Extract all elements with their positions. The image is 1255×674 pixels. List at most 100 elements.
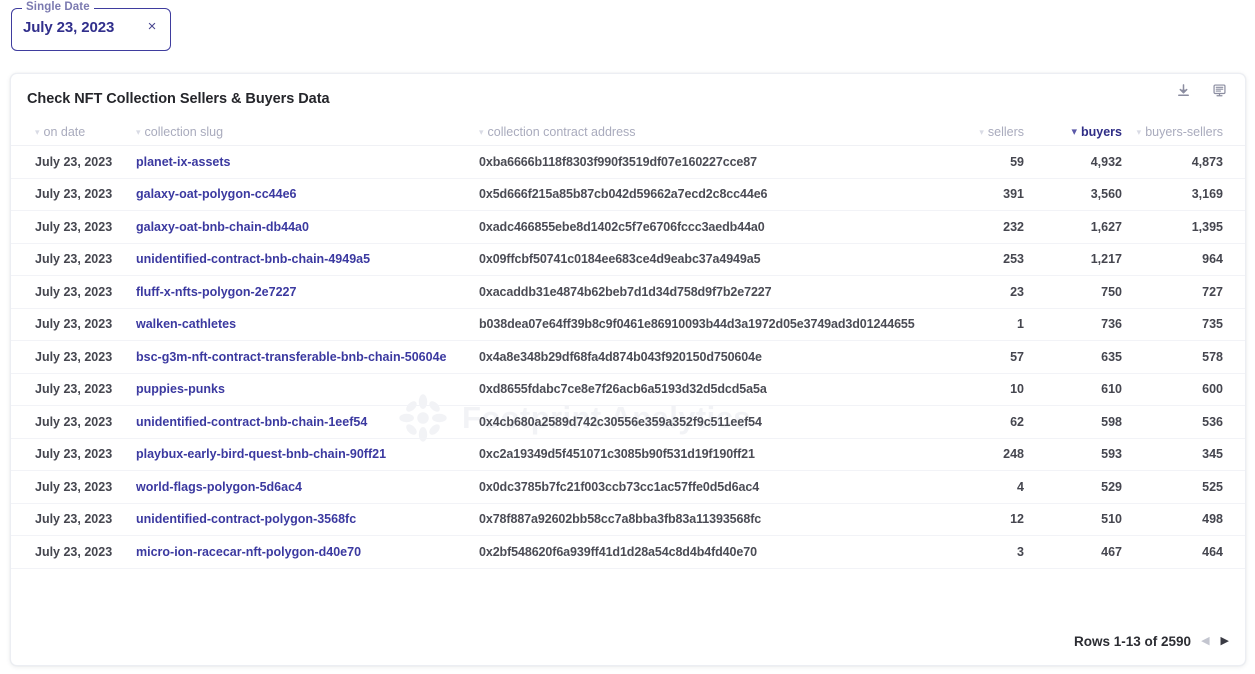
column-label: on date [43, 124, 86, 139]
table-row: July 23, 2023 playbux-early-bird-quest-bn… [11, 438, 1245, 471]
column-header-sellers[interactable]: ▾ sellers [931, 118, 1036, 146]
cell-contract-address: 0xba6666b118f8303f990f3519df07e160227cce… [476, 145, 931, 179]
cell-on-date: July 23, 2023 [11, 470, 126, 504]
date-picker-value[interactable]: July 23, 2023 [23, 19, 114, 36]
cell-buyers: 529 [1036, 470, 1136, 504]
cell-contract-address: b038dea07e64ff39b8c9f0461e86910093b44d3a… [476, 308, 931, 341]
table-head: ▾ on date ▾ collection slug ▾ collection… [11, 118, 1245, 146]
nft-collection-table: ▾ on date ▾ collection slug ▾ collection… [11, 118, 1245, 569]
cell-collection-slug: unidentified-contract-bnb-chain-1eef54 [126, 405, 476, 439]
cell-buyers-sellers: 735 [1136, 308, 1245, 341]
column-header-on-date[interactable]: ▾ on date [11, 118, 126, 146]
cell-buyers-sellers: 1,395 [1136, 210, 1245, 244]
cell-collection-slug: bsc-g3m-nft-contract-transferable-bnb-ch… [126, 340, 476, 374]
api-icon[interactable] [1208, 79, 1230, 101]
table-row: July 23, 2023 galaxy-oat-polygon-cc44e6 0x… [11, 178, 1245, 211]
table-row: July 23, 2023 unidentified-contract-bnb-c… [11, 405, 1245, 439]
cell-on-date: July 23, 2023 [11, 145, 126, 179]
cell-contract-address: 0x0dc3785b7fc21f003ccb73cc1ac57ffe0d5d6a… [476, 470, 931, 504]
cell-buyers: 467 [1036, 535, 1136, 569]
column-header-collection-slug[interactable]: ▾ collection slug [126, 118, 476, 146]
cell-collection-slug: world-flags-polygon-5d6ac4 [126, 470, 476, 504]
cell-buyers-sellers: 727 [1136, 275, 1245, 309]
date-picker-legend: Single Date [22, 1, 94, 14]
cell-contract-address: 0x09ffcbf50741c0184ee683ce4d9eabc37a4949… [476, 243, 931, 276]
table-row: July 23, 2023 galaxy-oat-bnb-chain-db44a0… [11, 210, 1245, 244]
cell-on-date: July 23, 2023 [11, 243, 126, 276]
table-row: July 23, 2023 micro-ion-racecar-nft-polyg… [11, 535, 1245, 569]
collection-slug-link[interactable]: walken-cathletes [136, 317, 236, 331]
cell-buyers-sellers: 536 [1136, 405, 1245, 439]
cell-buyers: 1,217 [1036, 243, 1136, 276]
table-row: July 23, 2023 unidentified-contract-polyg… [11, 503, 1245, 536]
collection-slug-link[interactable]: playbux-early-bird-quest-bnb-chain-90ff2… [136, 447, 386, 461]
cell-on-date: July 23, 2023 [11, 405, 126, 439]
table-row: July 23, 2023 fluff-x-nfts-polygon-2e7227… [11, 275, 1245, 309]
collection-slug-link[interactable]: world-flags-polygon-5d6ac4 [136, 480, 302, 494]
rows-count-label: Rows 1-13 of 2590 [1074, 634, 1192, 649]
single-date-picker[interactable]: Single Date July 23, 2023 × [11, 1, 171, 51]
cell-contract-address: 0xadc466855ebe8d1402c5f7e6706fccc3aedb44… [476, 210, 931, 244]
cell-buyers: 635 [1036, 340, 1136, 374]
cell-contract-address: 0xc2a19349d5f451071c3085b90f531d19f190ff… [476, 438, 931, 471]
cell-sellers: 391 [931, 178, 1036, 211]
cell-collection-slug: micro-ion-racecar-nft-polygon-d40e70 [126, 535, 476, 569]
cell-collection-slug: planet-ix-assets [126, 145, 476, 179]
cell-buyers-sellers: 525 [1136, 470, 1245, 504]
column-header-buyers-sellers[interactable]: ▾ buyers-sellers [1136, 118, 1245, 146]
cell-sellers: 253 [931, 243, 1036, 276]
cell-on-date: July 23, 2023 [11, 438, 126, 471]
collection-slug-link[interactable]: unidentified-contract-bnb-chain-1eef54 [136, 415, 367, 429]
cell-collection-slug: puppies-punks [126, 373, 476, 406]
cell-sellers: 59 [931, 145, 1036, 179]
cell-buyers-sellers: 964 [1136, 243, 1245, 276]
close-icon[interactable]: × [143, 18, 161, 36]
table-row: July 23, 2023 walken-cathletes b038dea07e6… [11, 308, 1245, 341]
collection-slug-link[interactable]: unidentified-contract-bnb-chain-4949a5 [136, 252, 370, 266]
cell-sellers: 4 [931, 470, 1036, 504]
collection-slug-link[interactable]: puppies-punks [136, 382, 225, 396]
cell-collection-slug: playbux-early-bird-quest-bnb-chain-90ff2… [126, 438, 476, 471]
cell-sellers: 62 [931, 405, 1036, 439]
cell-buyers: 4,932 [1036, 145, 1136, 179]
collection-slug-link[interactable]: galaxy-oat-bnb-chain-db44a0 [136, 220, 309, 234]
cell-sellers: 57 [931, 340, 1036, 374]
cell-buyers: 736 [1036, 308, 1136, 341]
page-title: Check NFT Collection Sellers & Buyers Da… [27, 91, 330, 107]
collection-slug-link[interactable]: galaxy-oat-polygon-cc44e6 [136, 187, 296, 201]
next-page-button[interactable]: ▶ [1221, 636, 1229, 647]
cell-contract-address: 0x4cb680a2589d742c30556e359a352f9c511eef… [476, 405, 931, 439]
table-row: July 23, 2023 unidentified-contract-bnb-c… [11, 243, 1245, 276]
chevron-down-icon: ▾ [479, 127, 484, 137]
download-icon[interactable] [1172, 79, 1194, 101]
cell-buyers-sellers: 4,873 [1136, 145, 1245, 179]
pagination: Rows 1-13 of 2590 ◀ ▶ [1074, 634, 1229, 649]
column-label: sellers [987, 124, 1024, 139]
column-label: collection slug [144, 124, 224, 139]
cell-sellers: 232 [931, 210, 1036, 244]
collection-slug-link[interactable]: fluff-x-nfts-polygon-2e7227 [136, 285, 296, 299]
table-row: July 23, 2023 puppies-punks 0xd8655fdabc7c… [11, 373, 1245, 406]
cell-sellers: 12 [931, 503, 1036, 536]
page-root: Single Date July 23, 2023 × Check NFT Co… [0, 0, 1255, 674]
chevron-down-icon: ▾ [1071, 126, 1077, 138]
cell-on-date: July 23, 2023 [11, 373, 126, 406]
cell-buyers-sellers: 464 [1136, 535, 1245, 569]
column-header-contract-address[interactable]: ▾ collection contract address [476, 118, 931, 146]
collection-slug-link[interactable]: micro-ion-racecar-nft-polygon-d40e70 [136, 545, 361, 559]
column-header-buyers[interactable]: ▾ buyers [1036, 118, 1136, 146]
collection-slug-link[interactable]: bsc-g3m-nft-contract-transferable-bnb-ch… [136, 350, 446, 364]
collection-slug-link[interactable]: planet-ix-assets [136, 155, 230, 169]
cell-on-date: July 23, 2023 [11, 275, 126, 309]
table-row: July 23, 2023 world-flags-polygon-5d6ac4 0… [11, 470, 1245, 504]
cell-collection-slug: unidentified-contract-bnb-chain-4949a5 [126, 243, 476, 276]
previous-page-button[interactable]: ◀ [1201, 636, 1209, 647]
cell-buyers: 750 [1036, 275, 1136, 309]
cell-contract-address: 0x78f887a92602bb58cc7a8bba3fb83a11393568… [476, 503, 931, 536]
cell-sellers: 1 [931, 308, 1036, 341]
cell-sellers: 248 [931, 438, 1036, 471]
cell-sellers: 3 [931, 535, 1036, 569]
cell-contract-address: 0xacaddb31e4874b62beb7d1d34d758d9f7b2e72… [476, 275, 931, 309]
collection-slug-link[interactable]: unidentified-contract-polygon-3568fc [136, 512, 356, 526]
cell-collection-slug: fluff-x-nfts-polygon-2e7227 [126, 275, 476, 309]
